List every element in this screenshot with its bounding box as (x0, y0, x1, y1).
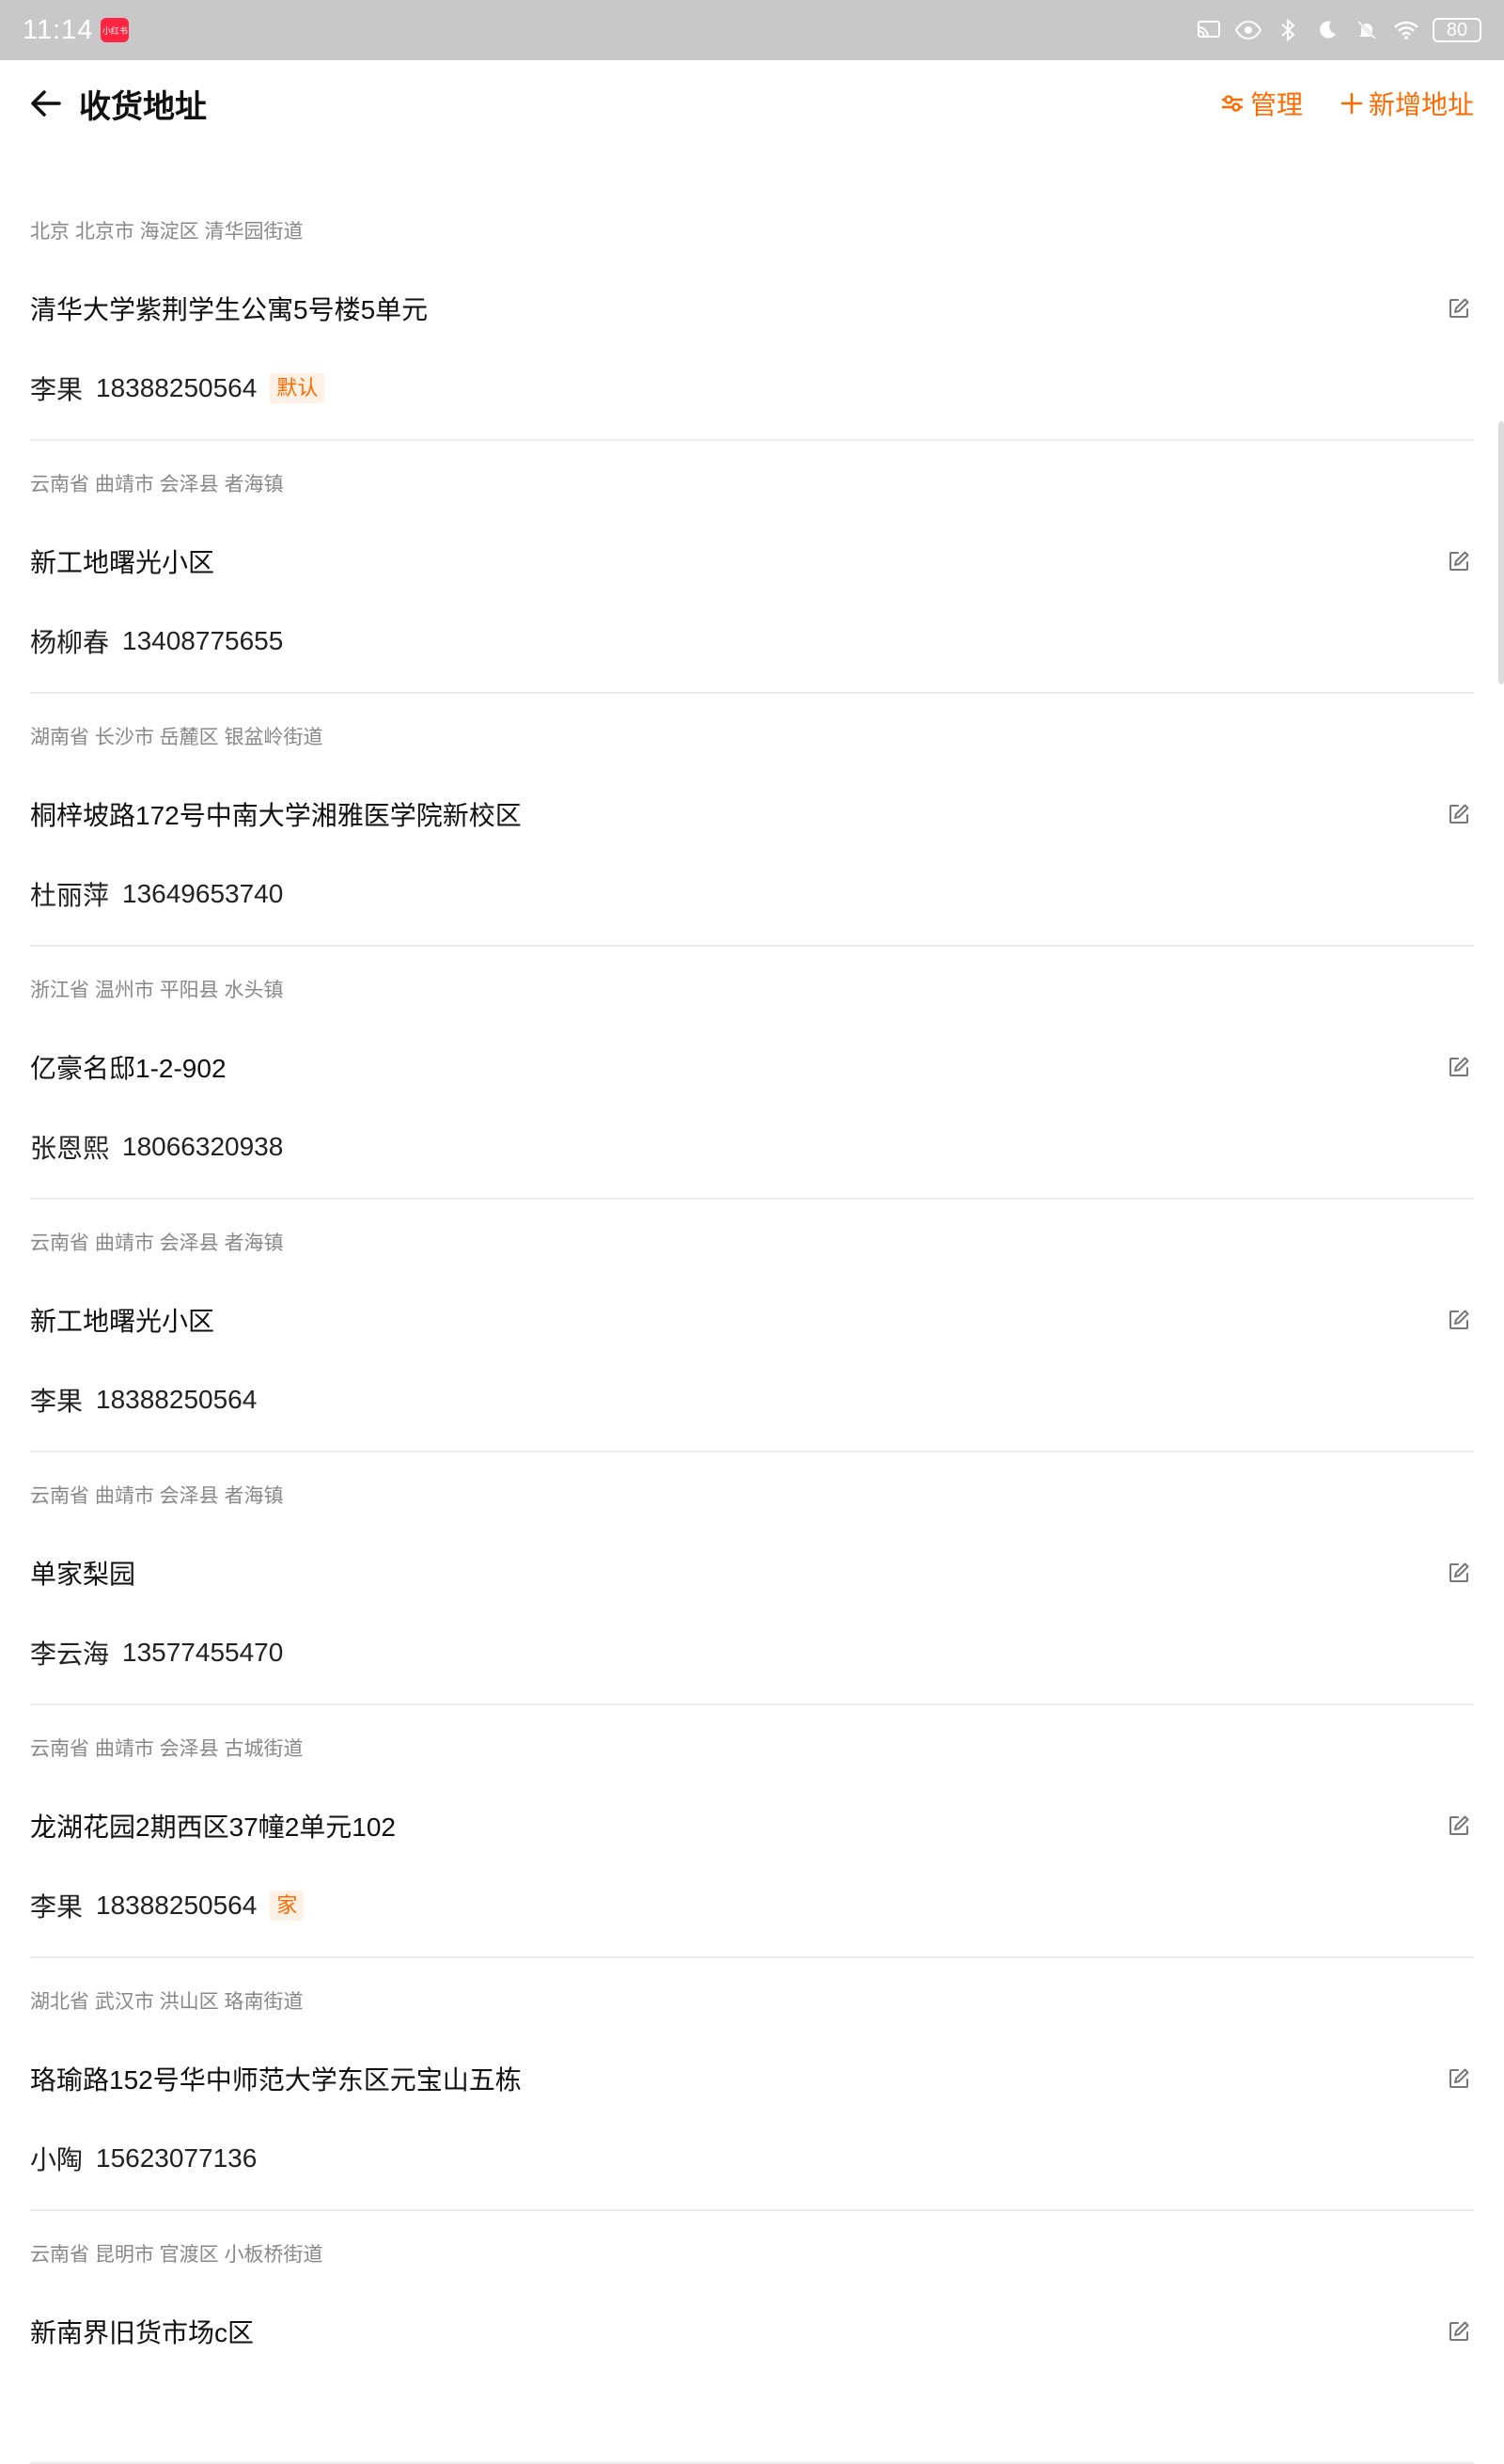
address-contact: 李果 18388250564 家 (30, 1887, 305, 1924)
contact-name: 杜丽萍 (30, 881, 110, 910)
edit-icon (1449, 1562, 1469, 1582)
manage-label: 管理 (1249, 90, 1303, 119)
mute-bell-icon (1354, 17, 1380, 43)
address-region: 湖南省 长沙市 岳麓区 银盆岭街道 (30, 727, 323, 748)
address-contact: 张恩熙 18066320938 (30, 1128, 283, 1166)
edit-address-button[interactable] (1444, 2316, 1474, 2346)
edit-icon (1449, 1310, 1469, 1329)
address-detail: 清华大学紫荆学生公寓5号楼5单元 (30, 295, 429, 324)
contact-name: 李果 (30, 1387, 84, 1416)
address-item[interactable]: 湖南省 长沙市 岳麓区 银盆岭街道 桐梓坡路172号中南大学湘雅医学院新校区 杜丽萍… (30, 694, 1474, 947)
edit-icon (1449, 551, 1469, 571)
address-item[interactable]: 浙江省 温州市 平阳县 水头镇亿豪名邸1-2-902 张恩熙 18066320938 (30, 947, 1474, 1200)
app-notification-icon: 小红书 (101, 18, 130, 42)
contact-phone: 15623077136 (96, 2143, 258, 2173)
contact-phone: 18388250564 (96, 1891, 258, 1920)
address-list: 北京 北京市 海淀区 清华园街道清华大学紫荆学生公寓5号楼5单元 李果 183882… (30, 188, 1474, 2464)
edit-address-button[interactable] (1444, 1305, 1474, 1335)
contact-phone: 18388250564 (96, 1385, 258, 1414)
address-contact: 李果 18388250564 (30, 1381, 257, 1419)
address-region: 浙江省 温州市 平阳县 水头镇 (30, 980, 284, 1001)
eye-icon (1235, 17, 1261, 43)
address-region: 云南省 曲靖市 会泽县 者海镇 (30, 1485, 284, 1507)
address-detail: 新工地曙光小区 (30, 548, 215, 577)
address-contact: 小陶 15623077136 (30, 2140, 257, 2177)
address-contact: 李果 18388250564 默认 (30, 369, 325, 407)
edit-icon (1449, 298, 1469, 318)
edit-icon (1449, 1815, 1469, 1835)
address-contact: 杨柳春 13408775655 (30, 622, 283, 660)
address-detail: 新工地曙光小区 (30, 1307, 215, 1336)
contact-phone: 18066320938 (122, 1132, 284, 1161)
header-actions: 管理 新增地址 (1220, 85, 1474, 122)
sliders-icon (1221, 95, 1243, 112)
wifi-icon (1393, 17, 1419, 43)
address-item[interactable]: 北京 北京市 海淀区 清华园街道清华大学紫荆学生公寓5号楼5单元 李果 183882… (30, 188, 1474, 441)
address-detail: 单家梨园 (30, 1560, 136, 1589)
scrollbar-thumb[interactable] (1498, 421, 1504, 684)
battery-indicator: 80 (1433, 18, 1481, 42)
edit-address-button[interactable] (1444, 546, 1474, 576)
contact-phone: 13649653740 (122, 879, 284, 908)
contact-name: 小陶 (30, 2145, 84, 2174)
address-item[interactable]: 云南省 曲靖市 会泽县 者海镇新工地曙光小区 李果 18388250564 (30, 1200, 1474, 1452)
edit-address-button[interactable] (1444, 1811, 1474, 1841)
edit-address-button[interactable] (1444, 1558, 1474, 1588)
edit-address-button[interactable] (1444, 2064, 1474, 2094)
edit-icon (1449, 2321, 1469, 2341)
contact-phone: 18388250564 (96, 373, 258, 402)
contact-phone: 13408775655 (122, 626, 284, 655)
address-detail: 珞瑜路152号华中师范大学东区元宝山五栋 (30, 2065, 522, 2095)
address-detail: 新南界旧货市场c区 (30, 2318, 255, 2347)
bluetooth-icon (1275, 17, 1301, 43)
arrow-left-icon (31, 90, 61, 117)
address-contact: 李云海 13577455470 (30, 1634, 283, 1671)
address-region: 云南省 曲靖市 会泽县 古城街道 (30, 1738, 304, 1760)
back-button[interactable] (30, 81, 75, 126)
address-tag: 默认 (270, 373, 325, 403)
status-time: 11:14 (23, 14, 94, 45)
page-title: 收货地址 (79, 88, 207, 125)
contact-name: 李云海 (30, 1640, 110, 1669)
address-detail: 龙湖花园2期西区37幢2单元102 (30, 1813, 397, 1842)
edit-icon (1449, 804, 1469, 824)
manage-button[interactable]: 管理 (1220, 85, 1303, 122)
address-detail: 桐梓坡路172号中南大学湘雅医学院新校区 (30, 801, 522, 830)
contact-name: 李果 (30, 375, 84, 404)
contact-phone: 13577455470 (122, 1638, 284, 1667)
address-region: 云南省 曲靖市 会泽县 者海镇 (30, 474, 284, 495)
status-icons: 80 (1196, 17, 1481, 43)
address-region: 北京 北京市 海淀区 清华园街道 (30, 221, 304, 243)
plus-icon (1340, 92, 1363, 115)
address-region: 云南省 昆明市 官渡区 小板桥街道 (30, 2244, 323, 2266)
add-address-label: 新增地址 (1368, 90, 1474, 119)
moon-icon (1314, 17, 1340, 43)
add-address-button[interactable]: 新增地址 (1340, 85, 1474, 122)
contact-name: 李果 (30, 1892, 84, 1922)
address-region: 云南省 曲靖市 会泽县 者海镇 (30, 1232, 284, 1254)
address-region: 湖北省 武汉市 洪山区 珞南街道 (30, 1991, 304, 2013)
app-header: 收货地址 管理 新增地址 (0, 60, 1504, 147)
address-item[interactable]: 云南省 昆明市 官渡区 小板桥街道新南界旧货市场c区 (30, 2211, 1474, 2464)
contact-name: 张恩熙 (30, 1134, 110, 1163)
address-item[interactable]: 云南省 曲靖市 会泽县 古城街道龙湖花园2期西区37幢2单元102 李果 18388… (30, 1705, 1474, 1958)
status-bar: 11:14 小红书 80 (0, 0, 1504, 60)
address-tag: 家 (270, 1891, 305, 1921)
edit-address-button[interactable] (1444, 1052, 1474, 1082)
edit-address-button[interactable] (1444, 293, 1474, 323)
edit-icon (1449, 1057, 1469, 1076)
edit-icon (1449, 2068, 1469, 2088)
contact-name: 杨柳春 (30, 628, 110, 657)
cast-icon (1196, 17, 1222, 43)
edit-address-button[interactable] (1444, 799, 1474, 829)
address-item[interactable]: 云南省 曲靖市 会泽县 者海镇单家梨园李云海 13577455470 (30, 1452, 1474, 1705)
address-item[interactable]: 云南省 曲靖市 会泽县 者海镇新工地曙光小区 杨柳春 13408775655 (30, 441, 1474, 694)
address-contact: 杜丽萍 13649653740 (30, 875, 283, 913)
address-detail: 亿豪名邸1-2-902 (30, 1054, 227, 1083)
address-item[interactable]: 湖北省 武汉市 洪山区 珞南街道珞瑜路152号华中师范大学东区元宝山五栋 小陶 15… (30, 1958, 1474, 2211)
